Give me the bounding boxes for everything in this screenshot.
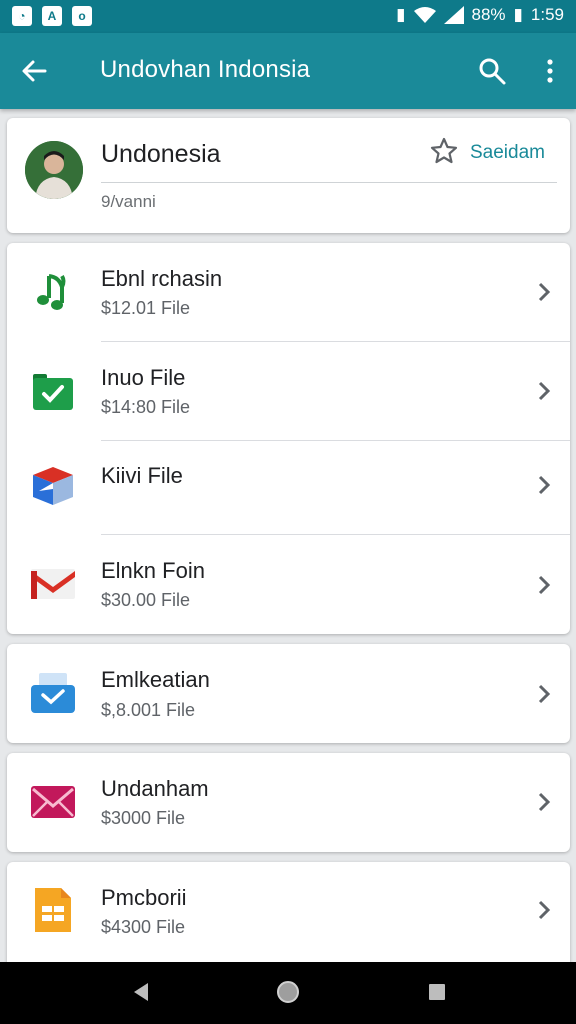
arrow-left-icon[interactable] xyxy=(18,55,50,87)
sim-icon: ▮ xyxy=(396,5,406,24)
orange-doc-icon xyxy=(35,888,71,932)
item-name: Kiivi File xyxy=(101,463,183,488)
item-card[interactable]: Pmcborii $4300 File xyxy=(7,862,570,972)
system-nav-bar xyxy=(0,962,576,1024)
green-check-folder-icon xyxy=(33,374,73,410)
item-name: Elnkn Foin xyxy=(101,558,205,583)
item-card[interactable]: Undanham $3000 File xyxy=(7,753,570,852)
item-name: Emlkeatian xyxy=(101,667,210,692)
item-price: $12.01 File xyxy=(101,298,191,318)
star-outline-icon[interactable] xyxy=(429,136,459,166)
list-item[interactable]: Ebnl rchasin $12.01 File xyxy=(7,243,570,342)
item-name: Inuo File xyxy=(101,365,186,390)
item-price: $,8.001 File xyxy=(101,700,196,720)
chevron-right-icon xyxy=(538,381,551,401)
items-card: Ebnl rchasin $12.01 File Inuo File $14:8… xyxy=(7,243,570,634)
status-bar: ◔ A o ▮ 88% ▮ 1:59 xyxy=(0,0,576,33)
list-item[interactable]: Elnkn Foin $30.00 File xyxy=(7,535,570,634)
clock: 1:59 xyxy=(530,5,564,24)
notification-icon-1: ◔ xyxy=(12,6,32,26)
music-note-icon xyxy=(37,274,66,310)
list-item[interactable]: Kiivi File xyxy=(7,441,570,535)
pink-mail-icon xyxy=(31,786,75,818)
item-name: Pmcborii xyxy=(101,885,187,910)
list-item[interactable]: Pmcborii $4300 File xyxy=(7,862,570,961)
recents-square-icon[interactable] xyxy=(426,980,448,1004)
chevron-right-icon xyxy=(538,475,551,495)
list-item[interactable]: Undanham $3000 File xyxy=(7,753,570,852)
item-price: $4300 File xyxy=(101,917,186,937)
blue-mail-icon xyxy=(31,673,75,713)
gmail-icon xyxy=(31,569,75,599)
avatar xyxy=(25,141,83,199)
wifi-icon xyxy=(413,7,436,23)
item-card[interactable]: Emlkeatian $,8.001 File xyxy=(7,644,570,743)
blue-red-cube-icon xyxy=(33,467,73,505)
chevron-right-icon xyxy=(538,282,551,302)
chevron-right-icon xyxy=(538,792,551,812)
home-circle-icon[interactable] xyxy=(275,979,301,1005)
page-title: Undovhan Indonsia xyxy=(100,56,311,83)
battery-icon: ▮ xyxy=(513,5,523,24)
item-price: $30.00 File xyxy=(101,590,191,610)
notification-icon-2: A xyxy=(42,6,62,26)
search-icon[interactable] xyxy=(476,55,508,87)
list-item[interactable]: Emlkeatian $,8.001 File xyxy=(7,644,570,743)
saved-label[interactable]: Saeidam xyxy=(470,142,545,164)
battery-percent: 88% xyxy=(471,5,506,24)
notification-icon-3: o xyxy=(72,6,92,26)
chevron-right-icon xyxy=(538,900,551,920)
chevron-right-icon xyxy=(538,575,551,595)
back-triangle-icon[interactable] xyxy=(130,980,152,1004)
item-price: $14:80 File xyxy=(101,397,191,417)
divider xyxy=(101,182,557,183)
list-item[interactable]: Inuo File $14:80 File xyxy=(7,342,570,441)
more-vert-icon[interactable] xyxy=(538,55,562,87)
profile-name: Undonesia xyxy=(101,140,221,168)
item-name: Undanham xyxy=(101,776,209,801)
profile-subtitle: 9/vanni xyxy=(101,192,156,211)
signal-icon xyxy=(443,6,464,24)
app-bar: Undovhan Indonsia xyxy=(0,33,576,109)
item-price: $3000 File xyxy=(101,808,186,828)
item-name: Ebnl rchasin xyxy=(101,266,223,291)
profile-card[interactable]: Undonesia Saeidam 9/vanni xyxy=(7,118,570,233)
chevron-right-icon xyxy=(538,684,551,704)
